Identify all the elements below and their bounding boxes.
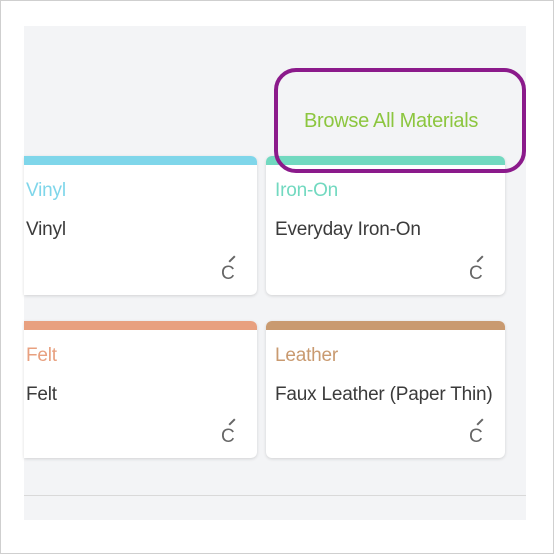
card-material-name: Faux Leather (Paper Thin): [275, 384, 493, 405]
panel-divider: [24, 495, 526, 496]
material-card-felt[interactable]: Felt Felt C: [24, 321, 257, 458]
card-accent-stripe: [24, 321, 257, 330]
card-accent-stripe: [266, 321, 505, 330]
card-category-label: Leather: [275, 345, 339, 366]
card-material-name: Felt: [26, 384, 57, 405]
card-material-name: Everyday Iron-On: [275, 219, 421, 240]
cut-machine-c-icon: C: [469, 418, 487, 448]
card-accent-stripe: [24, 156, 257, 165]
card-material-name: Vinyl: [26, 219, 66, 240]
material-card-iron-on[interactable]: Iron-On Everyday Iron-On C: [266, 156, 505, 295]
card-category-label: Felt: [26, 345, 57, 366]
card-category-label: Vinyl: [26, 180, 66, 201]
card-category-label: Iron-On: [275, 180, 339, 201]
cut-machine-c-icon: C: [469, 255, 487, 285]
highlight-annotation-box: [274, 68, 526, 173]
cut-machine-c-icon: C: [221, 418, 239, 448]
material-card-vinyl[interactable]: Vinyl Vinyl C: [24, 156, 257, 295]
cut-machine-c-icon: C: [221, 255, 239, 285]
material-card-leather[interactable]: Leather Faux Leather (Paper Thin) C: [266, 321, 505, 458]
